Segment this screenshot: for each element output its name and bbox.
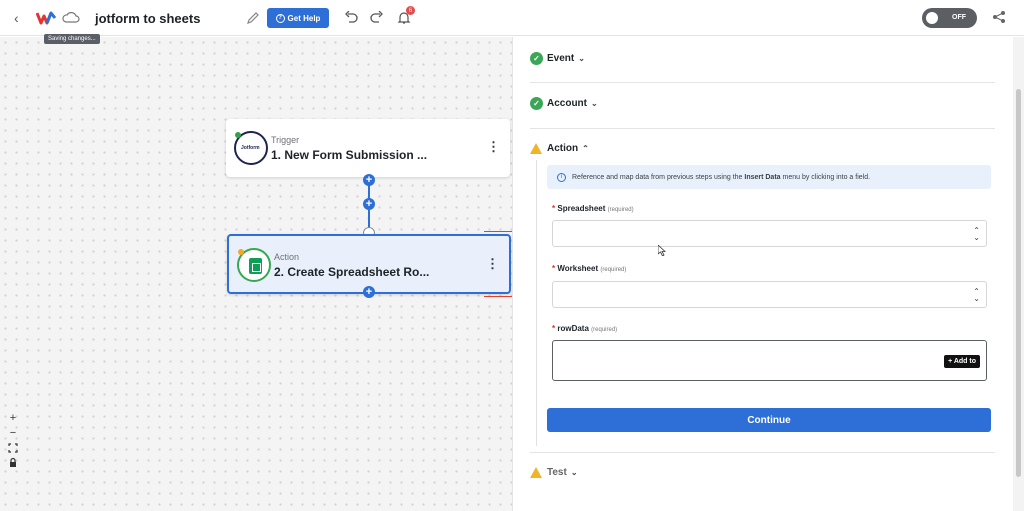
mouse-cursor-icon: [658, 245, 666, 256]
warning-triangle-icon: [530, 143, 542, 154]
rowdata-label: * rowData (required): [552, 324, 618, 333]
warning-triangle-icon: [530, 467, 542, 478]
step-name: 2. Create Spreadsheet Ro...: [274, 265, 430, 279]
saving-tooltip: Saving changes...: [44, 34, 100, 44]
worksheet-label: * Worksheet (required): [552, 264, 627, 273]
scrollbar-thumb[interactable]: [1016, 89, 1021, 477]
spreadsheet-label: * Spreadsheet (required): [552, 204, 634, 213]
step-type-label: Trigger: [271, 135, 300, 145]
rowdata-input[interactable]: + Add to: [552, 340, 987, 381]
sheets-icon: [249, 258, 262, 274]
info-text: Reference and map data from previous ste…: [572, 173, 871, 181]
add-step-plus-icon[interactable]: +: [363, 286, 375, 298]
section-action-label: Action: [547, 143, 579, 154]
check-circle-icon: ✓: [530, 52, 543, 65]
share-icon[interactable]: [992, 10, 1006, 24]
section-event-label: Event: [547, 53, 575, 64]
back-arrow-icon[interactable]: ‹: [14, 10, 28, 26]
chevron-down-icon: ⌄: [570, 468, 578, 477]
select-arrows-icon: ⌃ ⌄: [973, 226, 980, 242]
section-test[interactable]: Test ⌄: [530, 467, 578, 478]
redo-icon[interactable]: [370, 11, 384, 23]
jotform-app-icon: Jotform: [234, 131, 268, 165]
fit-view-icon[interactable]: [6, 441, 20, 455]
undo-icon[interactable]: [344, 11, 358, 23]
spreadsheet-select[interactable]: ⌃ ⌄: [552, 220, 987, 247]
select-arrows-icon: ⌃ ⌄: [973, 287, 980, 303]
google-sheets-app-icon: [237, 248, 271, 282]
warning-dot: [238, 249, 244, 255]
lock-icon[interactable]: [6, 456, 20, 470]
top-bar: ‹ jotform to sheets ? Get Help 6 OFF: [0, 0, 1024, 36]
edit-pencil-icon[interactable]: [246, 11, 260, 25]
chevron-down-icon: ⌄: [578, 54, 585, 63]
chevron-down-icon: ⌄: [591, 99, 598, 108]
more-options-icon[interactable]: ⋮: [486, 257, 499, 270]
section-account-label: Account: [547, 98, 587, 109]
workflow-title[interactable]: jotform to sheets: [95, 11, 200, 26]
add-step-plus-icon[interactable]: +: [363, 198, 375, 210]
continue-button[interactable]: Continue: [547, 408, 991, 432]
trigger-step-card[interactable]: Jotform Trigger 1. New Form Submission .…: [226, 119, 510, 177]
divider: [530, 452, 995, 453]
step-name: 1. New Form Submission ...: [271, 148, 428, 162]
more-options-icon[interactable]: ⋮: [487, 140, 500, 153]
toggle-knob: [926, 12, 938, 24]
toggle-label: OFF: [952, 14, 966, 21]
help-circle-icon: ?: [275, 13, 285, 23]
workflow-canvas[interactable]: Jotform Trigger 1. New Form Submission .…: [0, 37, 512, 511]
action-step-card[interactable]: Action 2. Create Spreadsheet Ro... ⋮: [227, 234, 511, 294]
worksheet-select[interactable]: ⌃ ⌄: [552, 281, 987, 308]
zoom-in-icon[interactable]: +: [6, 411, 20, 425]
connector-line: [368, 210, 370, 228]
insert-data-info-banner: i Reference and map data from previous s…: [547, 165, 991, 189]
section-event[interactable]: ✓ Event ⌄: [530, 52, 585, 65]
scrollbar[interactable]: [1013, 37, 1024, 511]
notification-count-badge: 6: [406, 6, 415, 15]
jotform-logo-text: Jotform: [241, 145, 260, 151]
get-help-button[interactable]: ? Get Help: [267, 8, 329, 28]
divider: [530, 128, 995, 129]
workflow-on-off-toggle[interactable]: OFF: [922, 8, 977, 28]
get-help-label: Get Help: [287, 13, 321, 23]
app-logo-icon[interactable]: [36, 10, 58, 26]
divider: [530, 82, 995, 83]
step-type-label: Action: [274, 252, 300, 262]
zoom-out-icon[interactable]: −: [6, 426, 20, 440]
chevron-up-icon: ⌃: [582, 144, 589, 153]
status-dot: [235, 132, 241, 138]
section-action[interactable]: Action ⌃: [530, 143, 589, 154]
add-step-plus-icon[interactable]: +: [363, 174, 375, 186]
section-test-label: Test: [547, 467, 567, 478]
section-guide-line: [536, 160, 537, 446]
info-icon: i: [557, 172, 566, 182]
section-account[interactable]: ✓ Account ⌄: [530, 97, 598, 110]
check-circle-icon: ✓: [530, 97, 543, 110]
cloud-sync-icon: [62, 12, 80, 23]
add-to-button[interactable]: + Add to: [944, 355, 980, 368]
